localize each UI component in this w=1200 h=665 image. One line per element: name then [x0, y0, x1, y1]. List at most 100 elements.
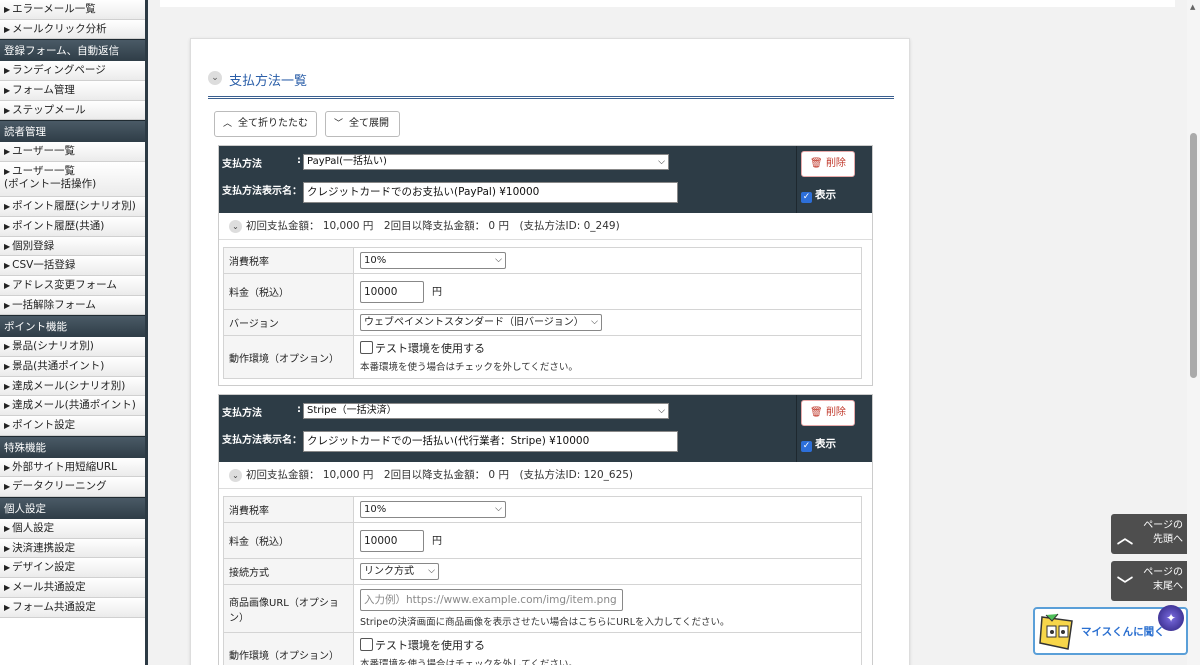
sidebar-item[interactable]: ▶ デザイン設定 — [0, 558, 145, 579]
sidebar-item-label: 決済連携設定 — [12, 541, 76, 554]
delete-button[interactable]: 🗑 削除 — [801, 400, 855, 426]
top-bar — [160, 0, 1175, 7]
sidebar-item[interactable]: ▶ ランディングページ — [0, 61, 145, 82]
triangle-right-icon: ▶ — [4, 105, 11, 115]
sidebar-item-label: ポイント設定 — [12, 419, 76, 431]
sidebar-item[interactable]: ▶ 決済連携設定 — [0, 538, 145, 559]
sidebar-item[interactable]: ▶ 個人設定 — [0, 519, 145, 539]
sidebar-item[interactable]: ▶ 一括解除フォーム — [0, 295, 145, 316]
colon: : — [297, 155, 301, 166]
sidebar-item[interactable]: ▶ 達成メール(共通ポイント) — [0, 396, 145, 416]
test-env-checkbox[interactable]: テスト環境を使用する — [360, 637, 855, 653]
sidebar-item[interactable]: ▶ データクリーニング — [0, 477, 145, 498]
page-scrollbar[interactable]: ▲ — [1187, 0, 1200, 665]
sidebar-item-label: 外部サイト用短縮URL — [12, 460, 117, 473]
sidebar-item[interactable]: ▶ 外部サイト用短縮URL — [0, 457, 145, 478]
triangle-right-icon: ▶ — [4, 147, 11, 157]
triangle-right-icon: ▶ — [4, 221, 11, 231]
show-checkbox[interactable]: ✓ 表示 — [801, 436, 836, 452]
collapse-circle-icon: ⌄ — [229, 220, 242, 233]
show-label: 表示 — [815, 189, 836, 201]
image-note: Stripeの決済画面に商品画像を表示させたい場合はこちらにURLを入力してくだ… — [360, 617, 730, 628]
triangle-right-icon: ▶ — [4, 66, 11, 76]
sidebar-item[interactable]: ▶ 個別登録 — [0, 236, 145, 257]
chevron-down-icon: ⌵ — [495, 504, 502, 514]
checkbox-checked-icon: ✓ — [801, 192, 812, 203]
delete-button[interactable]: 🗑 削除 — [801, 151, 855, 177]
tax-rate-select[interactable]: 10% ⌵ — [360, 501, 506, 518]
triangle-right-icon: ▶ — [4, 300, 11, 310]
sidebar-item[interactable]: ▶ ユーザー一覧 — [0, 142, 145, 163]
chevron-down-icon: ⌵ — [495, 255, 502, 265]
sidebar-item[interactable]: ▶ CSV一括登録 — [0, 256, 145, 276]
trash-icon: 🗑 — [810, 407, 823, 418]
test-env-checkbox[interactable]: テスト環境を使用する — [360, 340, 855, 356]
sidebar-item[interactable]: ▶ メール共通設定 — [0, 578, 145, 598]
sidebar-item[interactable]: ▶ エラーメール一覧 — [0, 0, 145, 20]
image-url-input[interactable]: 入力例）https://www.example.com/img/item.png — [360, 589, 623, 611]
sidebar-item[interactable]: ▶ 景品(シナリオ別) — [0, 337, 145, 357]
sidebar-item[interactable]: ▶ ユーザー一覧 (ポイント一括操作) — [0, 162, 145, 198]
payment-summary[interactable]: ⌄ 初回支払金額： 10,000 円 2回目以降支払金額： 0 円 (支払方法ID… — [219, 462, 872, 489]
chevron-down-icon: ﹀ — [334, 119, 344, 129]
scroll-to-top-label: ページの 先頭へ — [1143, 519, 1183, 547]
display-name-input[interactable]: クレジットカードでのお支払い(PayPal) ¥10000 — [303, 182, 678, 203]
sidebar-item[interactable]: ▶ ポイント履歴(シナリオ別) — [0, 197, 145, 217]
sidebar-item[interactable]: ▶ 達成メール(シナリオ別) — [0, 376, 145, 397]
method-select[interactable]: PayPal(一括払い) ⌵ — [303, 154, 669, 170]
triangle-right-icon: ▶ — [4, 24, 11, 34]
sidebar-item-label: アドレス変更フォーム — [12, 278, 117, 291]
method-select[interactable]: Stripe（一括決済） ⌵ — [303, 403, 669, 419]
sidebar-item-label: ランディングページ — [12, 64, 106, 77]
sidebar-item-label: 景品(共通ポイント) — [12, 359, 105, 372]
scroll-to-top-button[interactable]: ︿ ページの 先頭へ — [1111, 514, 1187, 554]
triangle-right-icon: ▶ — [4, 602, 11, 612]
payment-summary[interactable]: ⌄ 初回支払金額： 10,000 円 2回目以降支払金額： 0 円 (支払方法ID… — [219, 213, 872, 240]
card-header: 支払方法 : Stripe（一括決済） ⌵ 支払方法表示名： クレジットカードで… — [219, 395, 872, 462]
tax-rate-select[interactable]: 10% ⌵ — [360, 252, 506, 269]
scroll-thumb[interactable] — [1190, 133, 1197, 378]
collapse-circle-icon: ⌄ — [229, 469, 242, 482]
sidebar-item-label: 景品(シナリオ別) — [12, 340, 94, 353]
sidebar-item[interactable]: ▶ フォーム共通設定 — [0, 597, 145, 618]
version-select[interactable]: ウェブペイメントスタンダード（旧バージョン） ⌵ — [360, 314, 602, 331]
scroll-to-bottom-button[interactable]: ﹀ ページの 末尾へ — [1111, 561, 1187, 601]
triangle-right-icon: ▶ — [4, 421, 11, 430]
triangle-right-icon: ▶ — [4, 563, 11, 573]
checkbox-checked-icon: ✓ — [801, 441, 812, 452]
card-actions: 🗑 削除 ✓ 表示 — [796, 395, 872, 462]
fee-input[interactable]: 10000 — [360, 280, 424, 303]
scroll-up-arrow-icon[interactable]: ▲ — [1190, 3, 1195, 11]
triangle-right-icon: ▶ — [4, 524, 11, 534]
sidebar-item-label: ポイント履歴(共通) — [12, 219, 105, 232]
sidebar-item-label: 一括解除フォーム — [12, 298, 96, 311]
sidebar-item-label: メールクリック分析 — [12, 22, 107, 35]
show-checkbox[interactable]: ✓ 表示 — [801, 187, 836, 203]
sidebar-item[interactable]: ▶ ステップメール — [0, 100, 145, 121]
sidebar-item[interactable]: ▶ アドレス変更フォーム — [0, 275, 145, 296]
expand-all-button[interactable]: ﹀ 全て展開 — [325, 111, 400, 137]
triangle-right-icon: ▶ — [4, 583, 11, 593]
sidebar-item-label: フォーム管理 — [12, 84, 75, 97]
triangle-right-icon: ▶ — [4, 86, 11, 96]
triangle-right-icon: ▶ — [4, 261, 11, 271]
sidebar-item[interactable]: ▶ メールクリック分析 — [0, 19, 145, 40]
connection-select[interactable]: リンク方式 ⌵ — [360, 563, 439, 580]
section-title-text: 支払方法一覧 — [229, 74, 308, 89]
display-name-input[interactable]: クレジットカードでの一括払い(代行業者：Stripe) ¥10000 — [303, 431, 678, 452]
sidebar-item[interactable]: ▶ 景品(共通ポイント) — [0, 356, 145, 377]
collapse-all-button[interactable]: ︿ 全て折りたたむ — [214, 111, 317, 137]
test-env-label: テスト環境を使用する — [375, 342, 485, 355]
sidebar-section-header: 特殊機能 — [0, 435, 145, 458]
section-title[interactable]: ⌄ 支払方法一覧 — [208, 69, 894, 99]
scroll-top-line2: 先頭へ — [1153, 534, 1183, 545]
fee-input[interactable]: 10000 — [360, 529, 424, 552]
triangle-right-icon: ▶ — [4, 202, 11, 212]
sidebar-item[interactable]: ▶ ポイント履歴(共通) — [0, 216, 145, 237]
ask-assistant-button[interactable]: マイスくんに聞く ✦ — [1033, 605, 1188, 655]
sidebar-item[interactable]: ▶ ポイント設定 — [0, 416, 145, 436]
scroll-bottom-line1: ページの — [1143, 567, 1183, 578]
sidebar-item[interactable]: ▶ フォーム管理 — [0, 81, 145, 101]
colon: : — [297, 404, 301, 415]
checkbox-empty-icon — [360, 341, 373, 354]
